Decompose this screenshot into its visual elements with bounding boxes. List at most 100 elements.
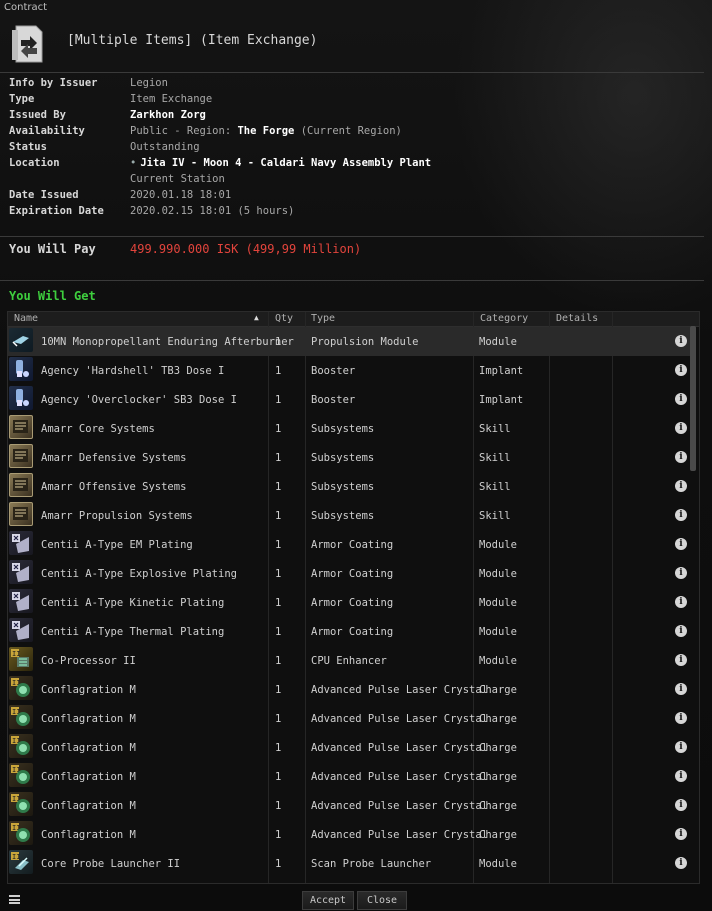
info-value: Item Exchange [130, 93, 213, 105]
info-label: Expiration Date [9, 205, 104, 217]
region-link[interactable]: The Forge [237, 125, 294, 137]
table-row[interactable]: Amarr Core Systems 1 Subsystems Skill i [8, 414, 692, 443]
table-row[interactable]: Centii A-Type Thermal Plating 1 Armor Coat… [8, 617, 692, 646]
info-icon[interactable]: i [675, 654, 687, 666]
item-qty-cell: 1 [275, 452, 282, 464]
table-row[interactable]: II Conflagration M 1 Advanced Pulse Laser C… [8, 820, 692, 849]
item-qty-cell: 1 [275, 568, 282, 580]
info-icon[interactable]: i [675, 364, 687, 376]
info-icon[interactable]: i [675, 857, 687, 869]
info-icon[interactable]: i [675, 451, 687, 463]
item-name-cell: Conflagration M [41, 800, 136, 812]
accept-button[interactable]: Accept [302, 891, 354, 910]
table-row[interactable]: II Conflagration M 1 Advanced Pulse Laser C… [8, 704, 692, 733]
item-type-cell: Advanced Pulse Laser Crystal [311, 829, 489, 841]
info-icon[interactable]: i [675, 625, 687, 637]
item-type-cell: Advanced Pulse Laser Crystal [311, 800, 489, 812]
item-type-cell: Subsystems [311, 510, 375, 522]
issuer-link[interactable]: Zarkhon Zorg [130, 109, 206, 121]
table-row[interactable]: Amarr Offensive Systems 1 Subsystems Skill i [8, 472, 692, 501]
table-row[interactable]: II Conflagration M 1 Advanced Pulse Laser C… [8, 675, 692, 704]
table-row[interactable]: Centii A-Type Explosive Plating 1 Armor Co… [8, 559, 692, 588]
issuer-name[interactable]: Zarkhon Zorg [130, 109, 206, 121]
info-label: Type [9, 93, 35, 105]
info-icon[interactable]: i [675, 799, 687, 811]
table-row[interactable]: Centii A-Type Kinetic Plating 1 Armor Coat… [8, 588, 692, 617]
info-icon[interactable]: i [675, 712, 687, 724]
close-button[interactable]: Close [357, 891, 407, 910]
svg-text:II: II [12, 853, 20, 861]
info-icon[interactable]: i [675, 741, 687, 753]
item-qty-cell: 1 [275, 626, 282, 638]
availability-prefix: Public - Region: [130, 125, 232, 137]
item-category-cell: Charge [479, 829, 517, 841]
info-icon[interactable]: i [675, 480, 687, 492]
item-name-cell: Centii A-Type Thermal Plating [41, 626, 225, 638]
table-row[interactable]: 10MN Monopropellant Enduring Afterburner… [8, 327, 692, 356]
item-qty-cell: 1 [275, 597, 282, 609]
info-label: Status [9, 141, 47, 153]
afterburner-icon [9, 328, 33, 352]
info-icon[interactable]: i [675, 770, 687, 782]
info-label: Issued By [9, 109, 66, 121]
column-details-header[interactable]: Details [556, 313, 598, 324]
info-icon[interactable]: i [675, 393, 687, 405]
info-icon[interactable]: i [675, 567, 687, 579]
armor-plating-icon [9, 618, 33, 642]
divider [0, 280, 704, 281]
info-label: Availability [9, 125, 85, 137]
item-name-cell: Agency 'Overclocker' SB3 Dose I [41, 394, 237, 406]
column-qty-header[interactable]: Qty [275, 313, 293, 324]
item-name-cell: Conflagration M [41, 829, 136, 841]
item-type-cell: Armor Coating [311, 539, 394, 551]
laser-crystal-icon: II [9, 734, 33, 758]
column-type-header[interactable]: Type [311, 313, 335, 324]
location-link[interactable]: Jita IV - Moon 4 - Caldari Navy Assembly… [140, 157, 431, 169]
table-row[interactable]: Amarr Defensive Systems 1 Subsystems Skill i [8, 443, 692, 472]
item-category-cell: Module [479, 539, 517, 551]
item-name-cell: Centii A-Type Explosive Plating [41, 568, 237, 580]
info-icon[interactable]: i [675, 683, 687, 695]
booster-icon [9, 386, 33, 410]
table-row[interactable]: II Co-Processor II 1 CPU Enhancer Module i [8, 646, 692, 675]
sort-ascending-icon[interactable]: ▲ [254, 313, 259, 322]
item-type-cell: Subsystems [311, 423, 375, 435]
table-row[interactable]: Agency 'Hardshell' TB3 Dose I 1 Booster Imp… [8, 356, 692, 385]
column-name-header[interactable]: Name [14, 313, 38, 324]
item-category-cell: Implant [479, 394, 524, 406]
info-icon[interactable]: i [675, 828, 687, 840]
table-row[interactable]: Agency 'Overclocker' SB3 Dose I 1 Booster I… [8, 385, 692, 414]
armor-plating-icon [9, 531, 33, 555]
skillbook-icon [9, 444, 33, 468]
menu-icon[interactable] [9, 895, 20, 904]
item-category-cell: Module [479, 597, 517, 609]
table-row[interactable]: Amarr Propulsion Systems 1 Subsystems Skill… [8, 501, 692, 530]
table-row[interactable]: II Core Probe Launcher II 1 Scan Probe Laun… [8, 849, 692, 878]
table-row[interactable]: II Conflagration M 1 Advanced Pulse Laser C… [8, 733, 692, 762]
skillbook-icon [9, 502, 33, 526]
item-qty-cell: 1 [275, 800, 282, 812]
laser-crystal-icon: II [9, 705, 33, 729]
table-row[interactable]: II Conflagration M 1 Advanced Pulse Laser C… [8, 791, 692, 820]
skillbook-icon [9, 415, 33, 439]
info-icon[interactable]: i [675, 509, 687, 521]
info-icon[interactable]: i [675, 538, 687, 550]
info-icon[interactable]: i [675, 422, 687, 434]
item-qty-cell: 1 [275, 742, 282, 754]
availability-suffix: (Current Region) [300, 125, 402, 137]
laser-crystal-icon: II [9, 676, 33, 700]
table-row[interactable]: II Conflagration M 1 Advanced Pulse Laser C… [8, 762, 692, 791]
scrollbar-thumb[interactable] [690, 326, 696, 471]
divider [0, 72, 704, 73]
item-category-cell: Skill [479, 452, 511, 464]
table-row[interactable]: Centii A-Type EM Plating 1 Armor Coating Mo… [8, 530, 692, 559]
location-value[interactable]: • Jita IV - Moon 4 - Caldari Navy Assembl… [130, 157, 431, 169]
item-category-cell: Charge [479, 742, 517, 754]
skillbook-icon [9, 473, 33, 497]
item-type-cell: Propulsion Module [311, 336, 419, 348]
item-name-cell: Centii A-Type Kinetic Plating [41, 597, 225, 609]
column-category-header[interactable]: Category [480, 313, 528, 324]
info-icon[interactable]: i [675, 596, 687, 608]
item-name-cell: Amarr Offensive Systems [41, 481, 187, 493]
info-icon[interactable]: i [675, 335, 687, 347]
